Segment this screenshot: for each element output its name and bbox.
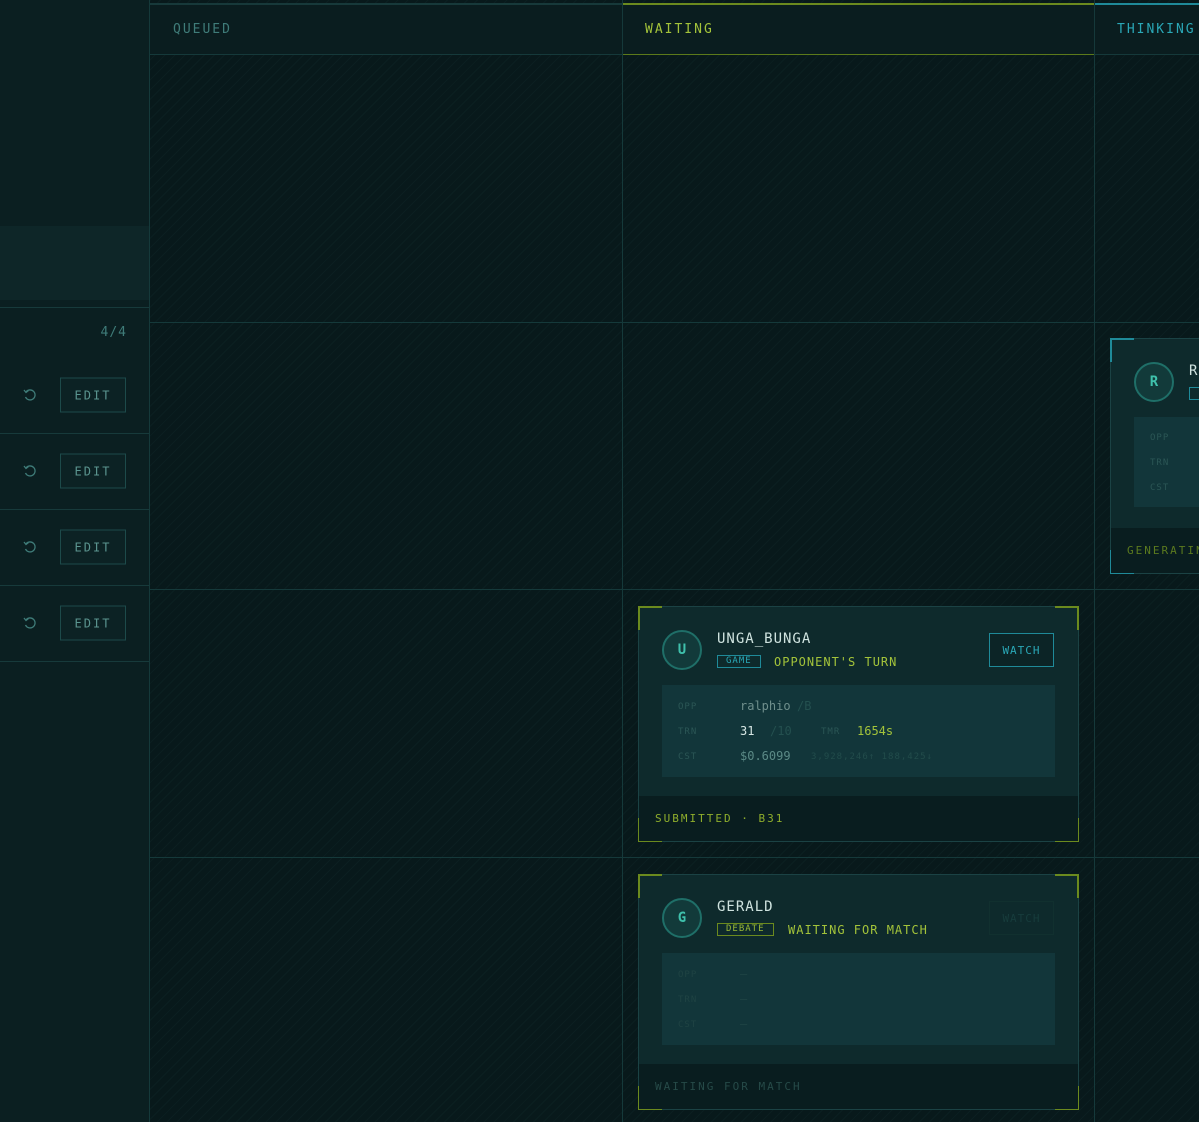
agent-count: 4/4 (100, 325, 127, 340)
watch-button[interactable]: WATCH (989, 901, 1054, 935)
trn-label: TRN (678, 995, 698, 1005)
sidebar-agent-row: EDIT (0, 585, 149, 662)
agent-card[interactable]: G GERALD DEBATE WAITING FOR MATCH WATCH … (638, 874, 1079, 1110)
sidebar-divider (0, 307, 149, 308)
avatar: U (662, 630, 702, 670)
tmr-label: TMR (821, 727, 841, 737)
card-footer-status: GENERATIN (1111, 528, 1199, 573)
opp-label: OPP (678, 970, 698, 980)
opponent-suffix: /B (797, 699, 812, 713)
watch-button[interactable]: WATCH (989, 633, 1054, 667)
agent-name: R (1189, 363, 1199, 379)
turn-max: /10 (770, 724, 792, 738)
row-divider (150, 857, 1199, 858)
agent-card[interactable]: R R OPP TRN CST GENERATIN (1110, 338, 1199, 574)
opponent-name: — (740, 967, 748, 981)
reset-icon[interactable] (21, 614, 39, 632)
row-divider (150, 322, 1199, 323)
mode-tag: DEBATE (717, 923, 774, 936)
sidebar-selected-item[interactable] (0, 226, 149, 300)
mode-tag: GAME (717, 655, 761, 668)
agent-card[interactable]: U UNGA_BUNGA GAME OPPONENT'S TURN WATCH … (638, 606, 1079, 842)
stats-panel: OPP — TRN — CST — (662, 953, 1055, 1045)
timer-value: 1654s (857, 724, 894, 738)
cost-value: $0.6099 (740, 749, 791, 763)
opp-label: OPP (678, 702, 698, 712)
cost-value: — (740, 1017, 748, 1031)
avatar: G (662, 898, 702, 938)
card-footer-status: SUBMITTED · B31 (639, 796, 1078, 841)
column-divider (622, 0, 623, 1122)
turn-value: 31 (740, 724, 755, 738)
cst-label: CST (678, 1020, 698, 1030)
sidebar-agent-row: EDIT (0, 509, 149, 586)
column-header-queued: QUEUED (150, 3, 622, 55)
agent-status: OPPONENT'S TURN (774, 655, 898, 669)
column-header-thinking: THINKING (1094, 3, 1199, 55)
column-divider (1094, 0, 1095, 1122)
reset-icon[interactable] (21, 538, 39, 556)
cst-label: CST (678, 752, 698, 762)
opp-label: OPP (1150, 433, 1170, 443)
edit-button[interactable]: EDIT (60, 529, 126, 565)
sidebar-agent-row: EDIT (0, 357, 149, 434)
reset-icon[interactable] (21, 386, 39, 404)
column-header-waiting: WAITING (622, 3, 1094, 55)
avatar: R (1134, 362, 1174, 402)
opponent-name: ralphio (740, 699, 791, 713)
kanban-board: QUEUED WAITING THINKING R R OPP TRN CST … (150, 0, 1199, 1122)
agent-status: WAITING FOR MATCH (788, 923, 928, 937)
reset-icon[interactable] (21, 462, 39, 480)
sidebar: 4/4 EDIT EDIT EDIT EDIT (0, 0, 150, 1122)
agent-name: GERALD (717, 899, 774, 915)
edit-button[interactable]: EDIT (60, 453, 126, 489)
cst-label: CST (1150, 483, 1170, 493)
card-footer-status: WAITING FOR MATCH (639, 1064, 1078, 1109)
agent-name: UNGA_BUNGA (717, 631, 812, 647)
turn-value: — (740, 992, 748, 1006)
stats-panel: OPP TRN CST (1134, 417, 1199, 507)
sidebar-agent-row: EDIT (0, 433, 149, 510)
mode-tag (1189, 387, 1199, 400)
trn-label: TRN (678, 727, 698, 737)
edit-button[interactable]: EDIT (60, 605, 126, 641)
trn-label: TRN (1150, 458, 1170, 468)
token-counts: 3,928,246↑ 188,425↓ (811, 752, 933, 762)
edit-button[interactable]: EDIT (60, 377, 126, 413)
stats-panel: OPP ralphio /B TRN 31 /10 TMR 1654s CST … (662, 685, 1055, 777)
row-divider (150, 589, 1199, 590)
